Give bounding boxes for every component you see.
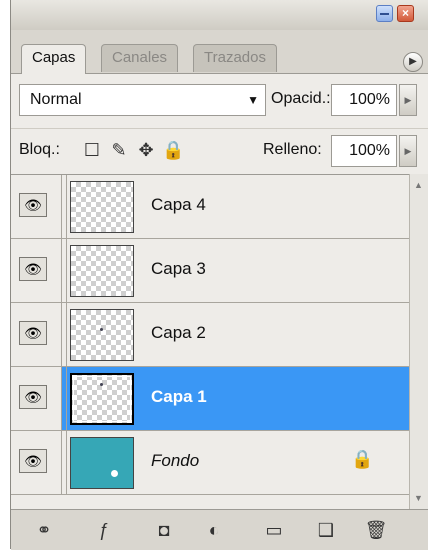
opacity-slider-button[interactable]: ▶	[399, 84, 417, 116]
chevron-down-icon: ▼	[247, 93, 259, 107]
tab-capas[interactable]: Capas	[21, 44, 87, 74]
link-cell	[62, 367, 67, 430]
pixel-dot	[100, 328, 103, 331]
padlock-icon[interactable]: 🔒	[162, 139, 184, 161]
eye-icon: 👁	[19, 449, 47, 473]
link-cell	[62, 431, 67, 494]
opacity-label: Opacid.:	[271, 90, 331, 107]
layer-name: Capa 2	[151, 323, 206, 342]
opacity-input[interactable]: 100%	[331, 84, 397, 116]
visibility-toggle[interactable]: 👁	[11, 367, 62, 430]
visibility-toggle[interactable]: 👁	[11, 175, 62, 238]
tab-strip: Capas Canales Trazados ▶	[11, 30, 428, 74]
layer-thumbnail	[70, 437, 134, 489]
lock-label: Bloq.:	[19, 141, 60, 158]
eye-icon: 👁	[19, 193, 47, 217]
visibility-toggle[interactable]: 👁	[11, 431, 62, 494]
layer-thumbnail	[70, 245, 134, 297]
transparency-lock-icon[interactable]: ☐	[81, 139, 103, 161]
blend-row: Normal ▼ Opacid.: 100% ▶	[11, 74, 428, 128]
layer-style-icon[interactable]: ƒ	[89, 518, 119, 542]
layer-row[interactable]: 👁 Capa 3	[11, 239, 409, 303]
minimize-button[interactable]	[376, 5, 393, 22]
brush-lock-icon[interactable]: ✎	[108, 139, 130, 161]
lock-icon: 🔒	[351, 449, 374, 469]
eye-icon: 👁	[19, 385, 47, 409]
layer-thumbnail	[70, 181, 134, 233]
layer-thumbnail	[70, 373, 134, 425]
layer-name: Capa 4	[151, 195, 206, 214]
panel-menu-icon[interactable]: ▶	[403, 52, 423, 72]
link-icon[interactable]: ⚭	[29, 518, 59, 542]
layers-list: 👁 Capa 4 👁 Capa 3 👁 Capa 2 👁 Capa 1 👁 Fo…	[11, 174, 409, 510]
layer-name: Capa 3	[151, 259, 206, 278]
layers-scrollbar[interactable]: ▲ ▼	[409, 174, 428, 509]
pixel-dot	[100, 383, 103, 386]
blend-mode-select[interactable]: Normal ▼	[19, 84, 266, 116]
layer-name: Fondo	[151, 451, 200, 470]
link-cell	[62, 303, 67, 366]
eye-icon: 👁	[19, 257, 47, 281]
close-button[interactable]: ×	[397, 5, 414, 22]
layer-row[interactable]: 👁 Fondo 🔒	[11, 431, 409, 495]
group-folder-icon[interactable]: ▭	[259, 518, 289, 542]
new-layer-icon[interactable]: ❑	[311, 518, 341, 542]
adjustment-layer-icon[interactable]: ◐	[199, 518, 229, 542]
trash-icon[interactable]: 🗑	[361, 518, 391, 542]
pixel-dot	[111, 470, 118, 477]
tab-trazados[interactable]: Trazados	[193, 44, 277, 72]
move-lock-icon[interactable]: ✥	[135, 139, 157, 161]
fill-slider-button[interactable]: ▶	[399, 135, 417, 167]
layer-row-selected[interactable]: 👁 Capa 1	[11, 367, 409, 431]
layer-row[interactable]: 👁 Capa 4	[11, 175, 409, 239]
layer-row[interactable]: 👁 Capa 2	[11, 303, 409, 367]
layers-panel: × Capas Canales Trazados ▶ Normal ▼ Opac…	[10, 0, 428, 550]
bottom-toolbar: ⚭ ƒ ◘ ◐ ▭ ❑ 🗑	[11, 509, 428, 550]
lock-row: Bloq.: ☐ ✎ ✥ 🔒 Relleno: 100% ▶	[11, 128, 428, 175]
eye-icon: 👁	[19, 321, 47, 345]
mask-icon[interactable]: ◘	[149, 518, 179, 542]
tab-canales[interactable]: Canales	[101, 44, 179, 72]
visibility-toggle[interactable]: 👁	[11, 303, 62, 366]
scroll-up-icon[interactable]: ▲	[414, 180, 423, 190]
link-cell	[62, 175, 67, 238]
link-cell	[62, 239, 67, 302]
fill-input[interactable]: 100%	[331, 135, 397, 167]
panel-titlebar: ×	[11, 0, 428, 31]
layer-thumbnail	[70, 309, 134, 361]
fill-label: Relleno:	[263, 141, 322, 158]
scroll-down-icon[interactable]: ▼	[414, 493, 423, 503]
blend-mode-value: Normal	[30, 91, 82, 108]
visibility-toggle[interactable]: 👁	[11, 239, 62, 302]
layer-name: Capa 1	[151, 387, 207, 406]
